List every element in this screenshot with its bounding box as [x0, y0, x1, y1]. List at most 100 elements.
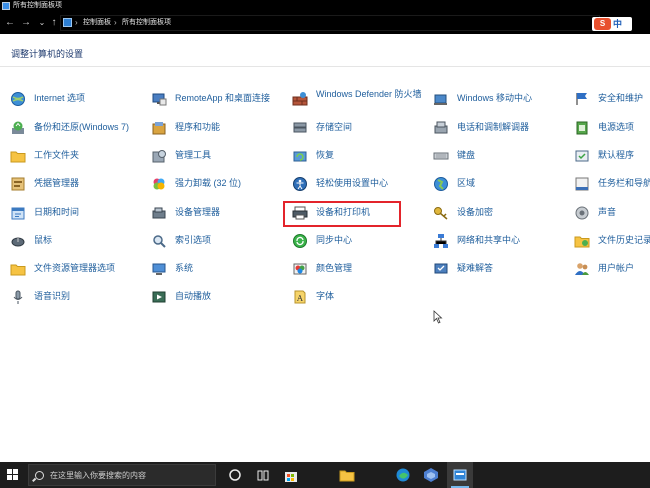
control-panel-item[interactable]: 系统: [151, 259, 193, 281]
control-panel-item[interactable]: 声音: [574, 203, 616, 225]
control-panel-item[interactable]: 存储空间: [292, 118, 352, 140]
control-panel-item[interactable]: 用户帐户: [574, 259, 634, 281]
file-history-icon: [574, 233, 590, 249]
title-bar: 所有控制面板项: [0, 0, 650, 12]
explorer-icon[interactable]: [339, 467, 355, 483]
control-panel-icon: [63, 18, 72, 27]
control-panel-item[interactable]: 文件资源管理器选项: [10, 259, 115, 281]
windows-start-icon[interactable]: [7, 469, 19, 481]
storage-icon: [292, 120, 308, 136]
control-panel-item-label: 安全和维护: [598, 93, 644, 103]
control-panel-item[interactable]: 同步中心: [292, 231, 352, 253]
control-panel-item-label: 声音: [598, 207, 617, 217]
edge-icon[interactable]: [395, 467, 411, 483]
flag-icon: [574, 91, 590, 107]
uninstall-icon: [151, 176, 167, 192]
ime-indicator[interactable]: S 中: [592, 17, 632, 31]
control-panel-item[interactable]: 索引选项: [151, 231, 211, 253]
control-panel-item[interactable]: 自动播放: [151, 287, 211, 309]
control-panel-item[interactable]: 备份和还原(Windows 7): [10, 118, 129, 140]
app-icon[interactable]: [423, 467, 439, 483]
control-panel-item[interactable]: 鼠标: [10, 231, 52, 253]
control-panel-item-label: 电源选项: [598, 122, 635, 132]
control-panel-item-label: 恢复: [316, 150, 335, 160]
control-panel-item[interactable]: 文件历史记录: [574, 231, 650, 253]
back-arrow-icon[interactable]: ←: [4, 16, 16, 30]
taskbar: 在这里输入你要搜索的内容: [0, 462, 650, 488]
control-panel-item[interactable]: 日期和时间: [10, 203, 79, 225]
store-icon[interactable]: [283, 467, 299, 483]
control-panel-item[interactable]: 设备管理器: [151, 203, 220, 225]
recovery-icon: [292, 148, 308, 164]
up-arrow-icon[interactable]: ↑: [48, 16, 60, 30]
control-panel-item[interactable]: Windows 移动中心: [433, 89, 532, 111]
sync-icon: [292, 233, 308, 249]
breadcrumb-separator-icon: ›: [75, 18, 78, 27]
power-icon: [574, 120, 590, 136]
color-icon: [292, 261, 308, 277]
control-panel-item[interactable]: 键盘: [433, 146, 475, 168]
control-panel-item[interactable]: Windows Defender 防火墙: [292, 89, 436, 111]
control-panel-item-label: 区域: [457, 178, 476, 188]
control-panel-item[interactable]: 安全和维护: [574, 89, 643, 111]
device-manager-icon: [151, 205, 167, 221]
control-panel-icon[interactable]: [452, 467, 468, 483]
mouse-icon: [10, 233, 26, 249]
window-title: 所有控制面板项: [13, 2, 62, 9]
autoplay-icon: [151, 289, 167, 305]
folder-icon: [10, 148, 26, 164]
control-panel-item[interactable]: 网络和共享中心: [433, 231, 520, 253]
keyboard-icon: [433, 148, 449, 164]
system-icon: [151, 261, 167, 277]
control-panel-item[interactable]: 电话和调制解调器: [433, 118, 529, 140]
network-icon: [433, 233, 449, 249]
control-panel-item[interactable]: 默认程序: [574, 146, 634, 168]
control-panel-item[interactable]: 电源选项: [574, 118, 634, 140]
forward-arrow-icon[interactable]: →: [20, 16, 32, 30]
task-view-icon[interactable]: [227, 467, 243, 483]
control-panel-item-label: 设备加密: [457, 207, 494, 217]
widgets-icon[interactable]: [255, 467, 271, 483]
control-panel-item[interactable]: A 字体: [292, 287, 334, 309]
recent-locations-icon[interactable]: ⌄: [36, 16, 48, 30]
globe-icon: [10, 91, 26, 107]
control-panel-item[interactable]: RemoteApp 和桌面连接: [151, 89, 270, 111]
control-panel-item[interactable]: 轻松使用设置中心: [292, 174, 388, 196]
control-panel-item[interactable]: 强力卸载 (32 位): [151, 174, 241, 196]
control-panel-item[interactable]: 语音识别: [10, 287, 70, 309]
control-panel-item[interactable]: 工作文件夹: [10, 146, 79, 168]
control-panel-item[interactable]: 颜色管理: [292, 259, 352, 281]
taskbar-search-box[interactable]: 在这里输入你要搜索的内容: [28, 464, 216, 486]
control-panel-item-label: 程序和功能: [175, 122, 221, 132]
control-panel-item[interactable]: 疑难解答: [433, 259, 493, 281]
control-panel-item[interactable]: 管理工具: [151, 146, 211, 168]
control-panel-item-label: 工作文件夹: [34, 150, 80, 160]
control-panel-item-label: 日期和时间: [34, 207, 80, 217]
users-icon: [574, 261, 590, 277]
control-panel-item[interactable]: 区域: [433, 174, 475, 196]
breadcrumb-control-panel[interactable]: 控制面板: [83, 17, 111, 28]
control-panel-item[interactable]: 恢复: [292, 146, 334, 168]
control-panel-item-label: 默认程序: [598, 150, 635, 160]
control-panel-item[interactable]: 任务栏和导航: [574, 174, 650, 196]
control-panel-item-label: Windows 移动中心: [457, 93, 533, 103]
control-panel-item-label: 备份和还原(Windows 7): [34, 122, 130, 132]
control-panel-item-label: 语音识别: [34, 291, 71, 301]
control-panel-item-label: 用户帐户: [598, 263, 635, 273]
breadcrumb-all-items[interactable]: 所有控制面板项: [122, 17, 171, 28]
control-panel-item-label: RemoteApp 和桌面连接: [175, 93, 271, 103]
mouse-pointer-icon: [433, 310, 443, 324]
control-panel-item-label: 疑难解答: [457, 263, 494, 273]
sogou-icon: S: [594, 18, 611, 30]
control-panel-item[interactable]: 设备加密: [433, 203, 493, 225]
ime-language: 中: [613, 19, 623, 29]
indexing-icon: [151, 233, 167, 249]
control-panel-item-label: 自动播放: [175, 291, 212, 301]
taskbar-icon: [574, 176, 590, 192]
speaker-icon: [574, 205, 590, 221]
control-panel-item[interactable]: 程序和功能: [151, 118, 220, 140]
troubleshoot-icon: [433, 261, 449, 277]
control-panel-item-label: 文件历史记录: [598, 235, 650, 245]
control-panel-item[interactable]: Internet 选项: [10, 89, 85, 111]
control-panel-item[interactable]: 凭据管理器: [10, 174, 79, 196]
